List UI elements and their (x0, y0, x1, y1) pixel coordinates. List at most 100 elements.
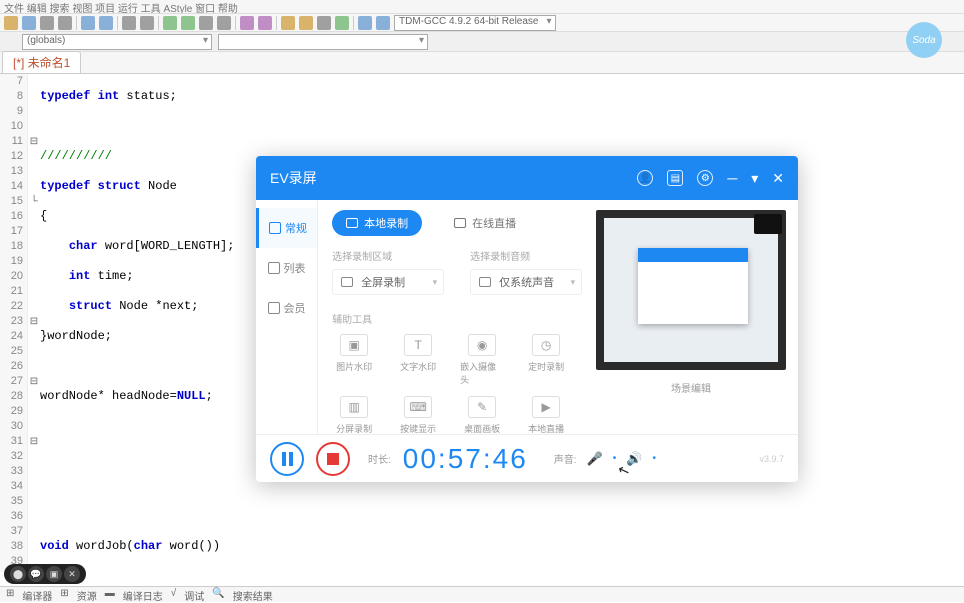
speaker-icon (479, 277, 491, 287)
speaker-icon[interactable]: 🔊 (626, 451, 642, 467)
task-icon[interactable]: ▣ (46, 566, 62, 582)
status-tab[interactable]: 调试 (184, 588, 204, 601)
toolbar-icon[interactable] (240, 16, 254, 30)
file-tab[interactable]: [*] 未命名1 (2, 51, 81, 73)
sound-label: 声音: (554, 451, 577, 466)
duration-label: 时长: (368, 451, 391, 466)
tool-local-stream[interactable]: ▶本地直播 (524, 396, 568, 435)
screen-icon (341, 277, 353, 287)
monitor-icon (269, 222, 281, 234)
list-icon[interactable]: ▤ (667, 170, 683, 186)
area-label: 选择录制区域 (332, 248, 444, 263)
camera-icon: ◉ (468, 334, 496, 356)
taskbar-pill[interactable]: ⬤ 💬 ▣ ✕ (4, 564, 86, 584)
toolbar-icon[interactable] (58, 16, 72, 30)
dropdown-icon[interactable]: ▾ (751, 170, 758, 187)
toolbar-icon[interactable] (199, 16, 213, 30)
line-gutter: 7891011121314151617181920212223242526272… (0, 74, 28, 572)
tool-split[interactable]: ▥分屏录制 (332, 396, 376, 435)
preview-caption[interactable]: 场景编辑 (596, 380, 786, 395)
keyboard-icon: ⌨ (404, 396, 432, 418)
tool-whiteboard[interactable]: ✎桌面画板 (460, 396, 504, 435)
clock-icon: ◷ (532, 334, 560, 356)
status-tab[interactable]: 编译器 (22, 588, 52, 601)
sidebar-item-list[interactable]: 列表 (256, 248, 317, 288)
symbol-combo[interactable] (218, 34, 428, 50)
level-dot: • (652, 453, 656, 464)
toolbar-primary: TDM-GCC 4.9.2 64-bit Release (0, 14, 964, 32)
tab-local-record[interactable]: 本地录制 (332, 210, 422, 236)
toolbar-icon[interactable] (358, 16, 372, 30)
toolbar-icon[interactable] (181, 16, 195, 30)
text-icon: T (404, 334, 432, 356)
status-tab[interactable]: 资源 (77, 588, 97, 601)
globals-combo[interactable]: (globals) (22, 34, 212, 50)
compiler-combo[interactable]: TDM-GCC 4.9.2 64-bit Release (394, 15, 556, 31)
mic-icon[interactable]: 🎤 (587, 451, 603, 467)
toolbar-icon[interactable] (140, 16, 154, 30)
split-icon: ▥ (340, 396, 368, 418)
tab-online-stream[interactable]: 在线直播 (440, 210, 530, 236)
toolbar-secondary: (globals) (0, 32, 964, 52)
user-icon[interactable]: 👤 (637, 170, 653, 186)
recorder-footer: 时长: 00:57:46 声音: 🎤 • 🔊 • v3.9.7 (256, 434, 798, 482)
audio-select[interactable]: 仅系统声音 (470, 269, 582, 295)
task-icon[interactable]: ⬤ (10, 566, 26, 582)
status-tab[interactable]: 编译日志 (123, 588, 163, 601)
image-icon: ▣ (340, 334, 368, 356)
version-label: v3.9.7 (759, 454, 784, 464)
menu-bar[interactable]: 文件 编辑 搜索 视图 项目 运行 工具 AStyle 窗口 帮助 (0, 0, 964, 14)
recorder-sidebar: 常规 列表 会员 (256, 200, 318, 434)
toolbar-icon[interactable] (40, 16, 54, 30)
brand-badge: Soda (906, 22, 942, 58)
recorder-title: EV录屏 (270, 168, 317, 188)
toolbar-icon[interactable] (99, 16, 113, 30)
toolbar-icon[interactable] (281, 16, 295, 30)
crown-icon (268, 302, 280, 314)
duration-timer: 00:57:46 (403, 443, 528, 475)
toolbar-icon[interactable] (122, 16, 136, 30)
audio-label: 选择录制音频 (470, 248, 582, 263)
toolbar-icon[interactable] (376, 16, 390, 30)
file-tab-bar: [*] 未命名1 (0, 52, 964, 74)
tool-camera[interactable]: ◉嵌入摄像头 (460, 334, 504, 386)
toolbar-icon[interactable] (163, 16, 177, 30)
toolbar-icon[interactable] (81, 16, 95, 30)
close-icon[interactable]: ✕ (772, 170, 784, 187)
fold-gutter[interactable]: ⊟└⊟⊟⊟⊟ (28, 74, 40, 572)
toolbar-icon[interactable] (22, 16, 36, 30)
pause-button[interactable] (270, 442, 304, 476)
list-icon (268, 262, 280, 274)
tool-keys[interactable]: ⌨按键显示 (396, 396, 440, 435)
toolbar-icon[interactable] (335, 16, 349, 30)
tools-label: 辅助工具 (332, 311, 582, 326)
task-icon[interactable]: 💬 (28, 566, 44, 582)
tool-timer[interactable]: ◷定时录制 (524, 334, 568, 386)
status-bar[interactable]: ⊞编译器 ⊞资源 ▬编译日志 √调试 🔍搜索结果 (0, 586, 964, 602)
toolbar-icon[interactable] (317, 16, 331, 30)
ev-recorder-window[interactable]: EV录屏 👤 ▤ ⚙ ─ ▾ ✕ 常规 列表 会员 本地录制 在线直播 选择录制… (256, 156, 798, 482)
play-icon: ▶ (532, 396, 560, 418)
minimize-icon[interactable]: ─ (727, 170, 737, 186)
task-icon[interactable]: ✕ (64, 566, 80, 582)
toolbar-icon[interactable] (4, 16, 18, 30)
area-select[interactable]: 全屏录制 (332, 269, 444, 295)
record-icon (346, 218, 358, 228)
recorder-titlebar[interactable]: EV录屏 👤 ▤ ⚙ ─ ▾ ✕ (256, 156, 798, 200)
recorder-main: 本地录制 在线直播 选择录制区域 全屏录制 选择录制音频 仅系统声音 辅助工具 … (318, 200, 596, 434)
sidebar-item-vip[interactable]: 会员 (256, 288, 317, 328)
toolbar-icon[interactable] (258, 16, 272, 30)
stream-icon (454, 218, 466, 228)
tool-text-watermark[interactable]: T文字水印 (396, 334, 440, 386)
preview-image[interactable] (596, 210, 786, 370)
status-tab[interactable]: 搜索结果 (233, 588, 273, 601)
tool-image-watermark[interactable]: ▣图片水印 (332, 334, 376, 386)
pen-icon: ✎ (468, 396, 496, 418)
toolbar-icon[interactable] (217, 16, 231, 30)
stop-button[interactable] (316, 442, 350, 476)
toolbar-icon[interactable] (299, 16, 313, 30)
gear-icon[interactable]: ⚙ (697, 170, 713, 186)
level-dot: • (613, 453, 617, 464)
recorder-preview: 场景编辑 (596, 200, 798, 434)
sidebar-item-normal[interactable]: 常规 (256, 208, 317, 248)
